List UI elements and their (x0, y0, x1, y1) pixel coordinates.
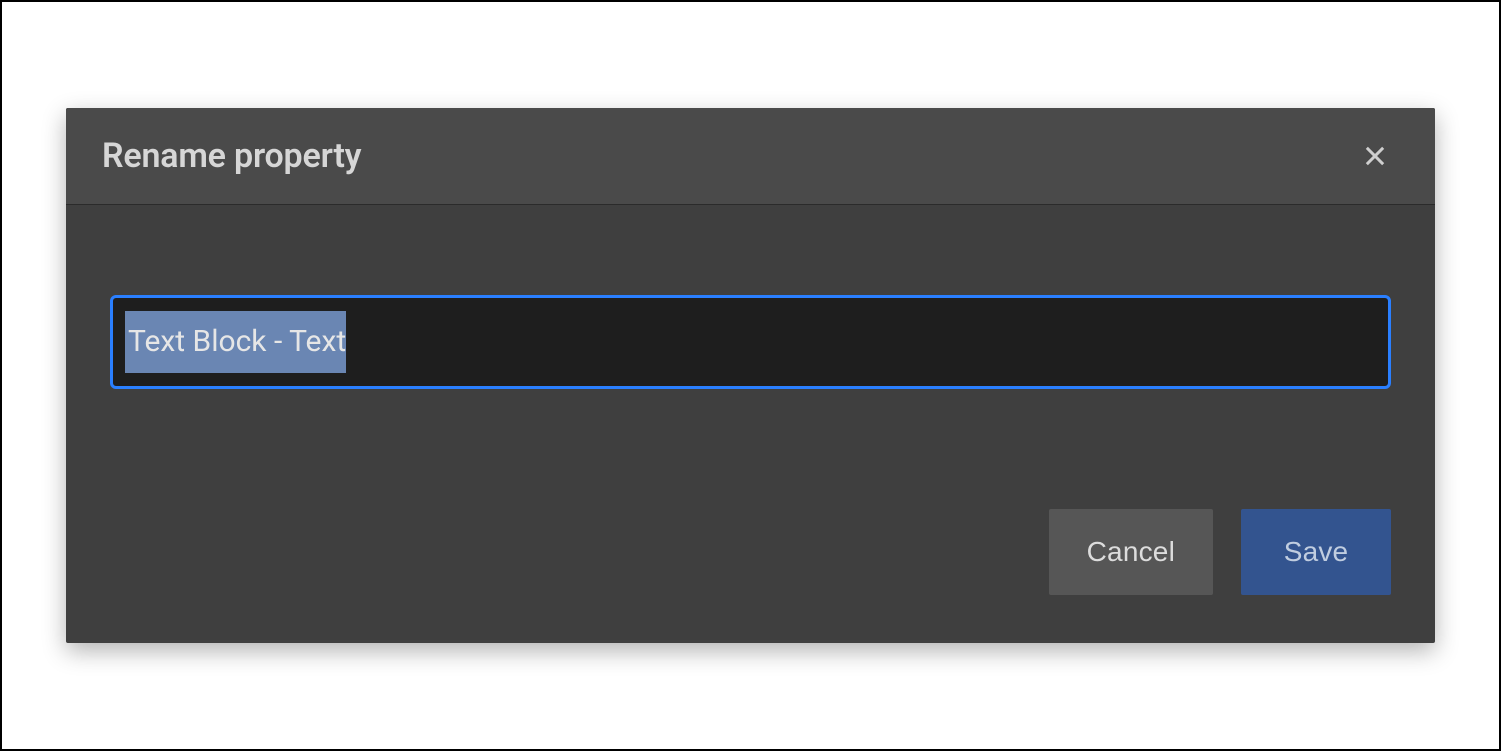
save-button[interactable]: Save (1241, 509, 1391, 595)
cancel-button[interactable]: Cancel (1049, 509, 1213, 595)
dialog-header: Rename property (66, 108, 1435, 205)
rename-property-dialog: Rename property Text Block - Text Cancel… (66, 108, 1435, 643)
property-name-input[interactable]: Text Block - Text (110, 295, 1391, 389)
dialog-footer: Cancel Save (66, 429, 1435, 643)
input-selected-text: Text Block - Text (125, 311, 346, 373)
close-icon (1361, 142, 1389, 170)
dialog-body: Text Block - Text (66, 205, 1435, 429)
dialog-title: Rename property (102, 136, 361, 176)
close-button[interactable] (1357, 138, 1393, 174)
